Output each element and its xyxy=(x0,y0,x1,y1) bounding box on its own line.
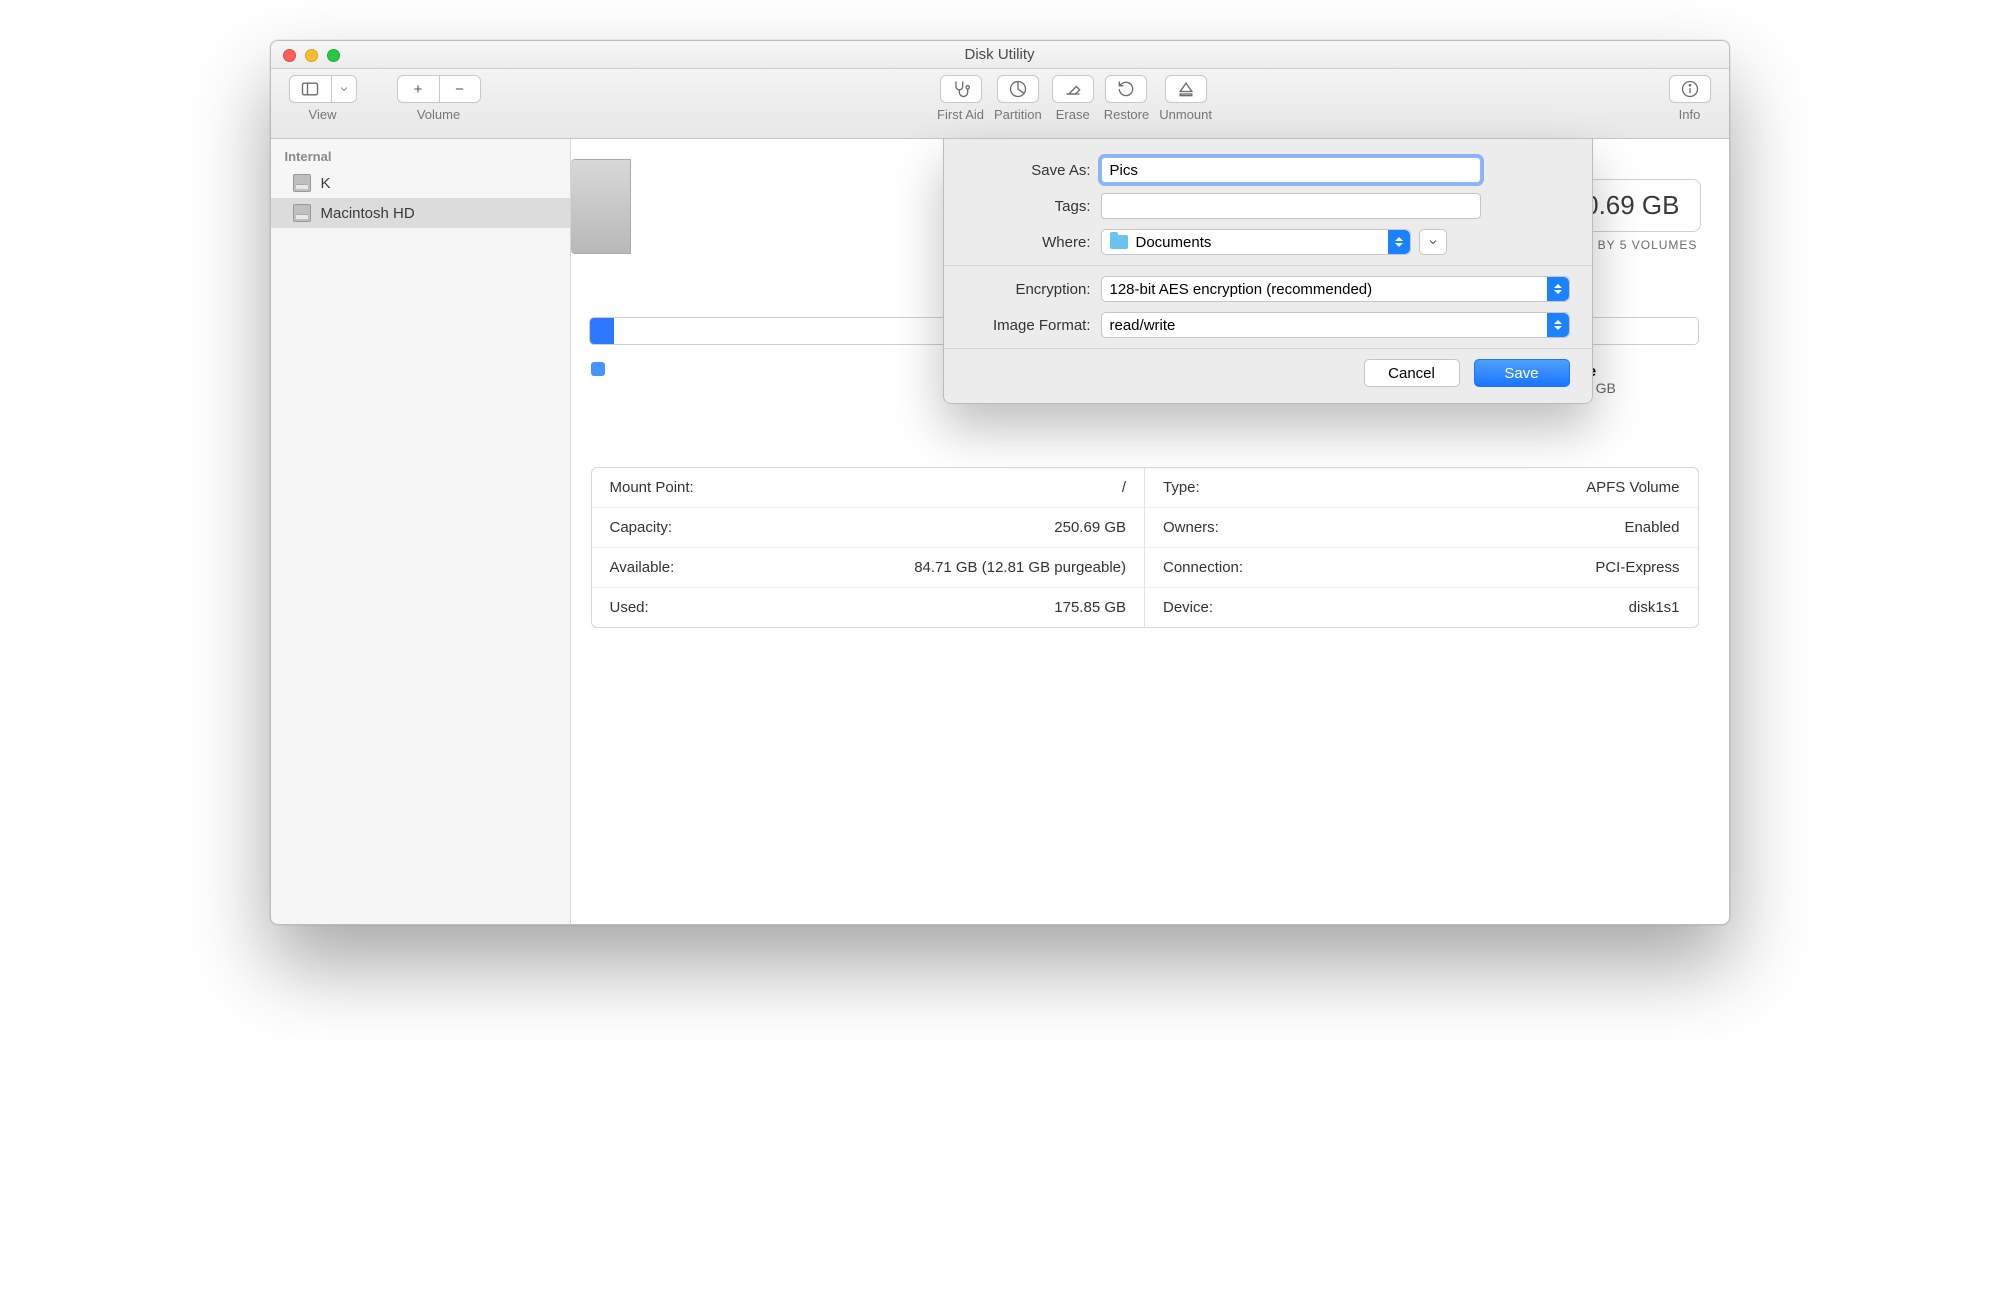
toolbar-label-restore: Restore xyxy=(1104,107,1150,122)
detail-key: Capacity: xyxy=(610,519,673,536)
view-menu-button[interactable] xyxy=(331,75,357,103)
unmount-button[interactable] xyxy=(1165,75,1207,103)
format-value: read/write xyxy=(1110,317,1176,334)
detail-key: Owners: xyxy=(1163,519,1219,536)
encryption-label: Encryption: xyxy=(966,281,1101,298)
toolbar-label-partition: Partition xyxy=(994,107,1042,122)
zoom-icon[interactable] xyxy=(327,49,340,62)
chevron-down-icon xyxy=(1427,236,1439,248)
detail-value: Enabled xyxy=(1624,519,1679,536)
detail-value: / xyxy=(1122,479,1126,496)
format-popup[interactable]: read/write xyxy=(1101,312,1570,338)
minus-icon: − xyxy=(455,81,464,98)
details-table: Mount Point: / Capacity: 250.69 GB Availab… xyxy=(591,467,1699,628)
save-sheet: Save As: Tags: Where: Documents xyxy=(943,139,1593,404)
detail-value: 175.85 GB xyxy=(1054,599,1126,616)
sidebar-item-macintosh-hd[interactable]: Macintosh HD xyxy=(271,198,570,228)
updown-icon xyxy=(1547,313,1569,337)
detail-key: Mount Point: xyxy=(610,479,694,496)
eject-icon xyxy=(1176,79,1196,99)
save-button[interactable]: Save xyxy=(1474,359,1570,387)
main-pane: 250.69 GB SHARED BY 5 VOLUMES Free 71.9 … xyxy=(571,139,1729,924)
detail-value: PCI-Express xyxy=(1595,559,1679,576)
saveas-label: Save As: xyxy=(966,162,1101,179)
detail-key: Device: xyxy=(1163,599,1213,616)
toolbar-label-unmount: Unmount xyxy=(1159,107,1212,122)
disk-icon xyxy=(293,174,311,192)
volume-icon xyxy=(571,159,631,254)
minimize-icon[interactable] xyxy=(305,49,318,62)
pie-icon xyxy=(1008,79,1028,99)
disk-icon xyxy=(293,204,311,222)
restore-button[interactable] xyxy=(1105,75,1147,103)
detail-value: 250.69 GB xyxy=(1054,519,1126,536)
info-icon xyxy=(1680,79,1700,99)
volume-add-button[interactable]: + xyxy=(397,75,439,103)
cancel-button[interactable]: Cancel xyxy=(1364,359,1460,387)
toolbar-label-volume: Volume xyxy=(417,107,460,122)
disk-utility-window: Disk Utility View + − Volume xyxy=(270,40,1730,925)
sidebar-item-k[interactable]: K xyxy=(271,168,570,198)
where-popup[interactable]: Documents xyxy=(1101,229,1411,255)
sidebar-icon xyxy=(300,79,320,99)
sidebar-header: Internal xyxy=(271,145,570,168)
first-aid-button[interactable] xyxy=(940,75,982,103)
erase-button[interactable] xyxy=(1052,75,1094,103)
detail-key: Connection: xyxy=(1163,559,1243,576)
toolbar: View + − Volume First Aid Partition xyxy=(271,69,1729,139)
folder-icon xyxy=(1110,235,1128,249)
restore-icon xyxy=(1116,79,1136,99)
detail-key: Type: xyxy=(1163,479,1200,496)
detail-value: APFS Volume xyxy=(1586,479,1679,496)
volume-remove-button[interactable]: − xyxy=(439,75,481,103)
detail-key: Used: xyxy=(610,599,649,616)
where-value: Documents xyxy=(1136,234,1212,251)
detail-value: 84.71 GB (12.81 GB purgeable) xyxy=(914,559,1126,576)
view-button[interactable] xyxy=(289,75,331,103)
updown-icon xyxy=(1388,230,1410,254)
format-label: Image Format: xyxy=(966,317,1101,334)
titlebar: Disk Utility xyxy=(271,41,1729,69)
info-button[interactable] xyxy=(1669,75,1711,103)
where-label: Where: xyxy=(966,234,1101,251)
updown-icon xyxy=(1547,277,1569,301)
encryption-value: 128-bit AES encryption (recommended) xyxy=(1110,281,1373,298)
chevron-down-icon xyxy=(338,83,350,95)
toolbar-label-erase: Erase xyxy=(1056,107,1090,122)
detail-key: Available: xyxy=(610,559,675,576)
tags-input[interactable] xyxy=(1101,193,1481,219)
erase-icon xyxy=(1063,79,1083,99)
plus-icon: + xyxy=(414,81,423,98)
sidebar-item-label: K xyxy=(321,175,331,192)
encryption-popup[interactable]: 128-bit AES encryption (recommended) xyxy=(1101,276,1570,302)
toolbar-label-firstaid: First Aid xyxy=(937,107,984,122)
sidebar-item-label: Macintosh HD xyxy=(321,205,415,222)
toolbar-label-view: View xyxy=(309,107,337,122)
stethoscope-icon xyxy=(951,79,971,99)
expand-button[interactable] xyxy=(1419,229,1447,255)
sidebar: Internal K Macintosh HD xyxy=(271,139,571,924)
toolbar-label-info: Info xyxy=(1679,107,1701,122)
saveas-input[interactable] xyxy=(1101,157,1481,183)
window-title: Disk Utility xyxy=(271,41,1729,69)
close-icon[interactable] xyxy=(283,49,296,62)
detail-value: disk1s1 xyxy=(1629,599,1680,616)
partition-button[interactable] xyxy=(997,75,1039,103)
tags-label: Tags: xyxy=(966,198,1101,215)
